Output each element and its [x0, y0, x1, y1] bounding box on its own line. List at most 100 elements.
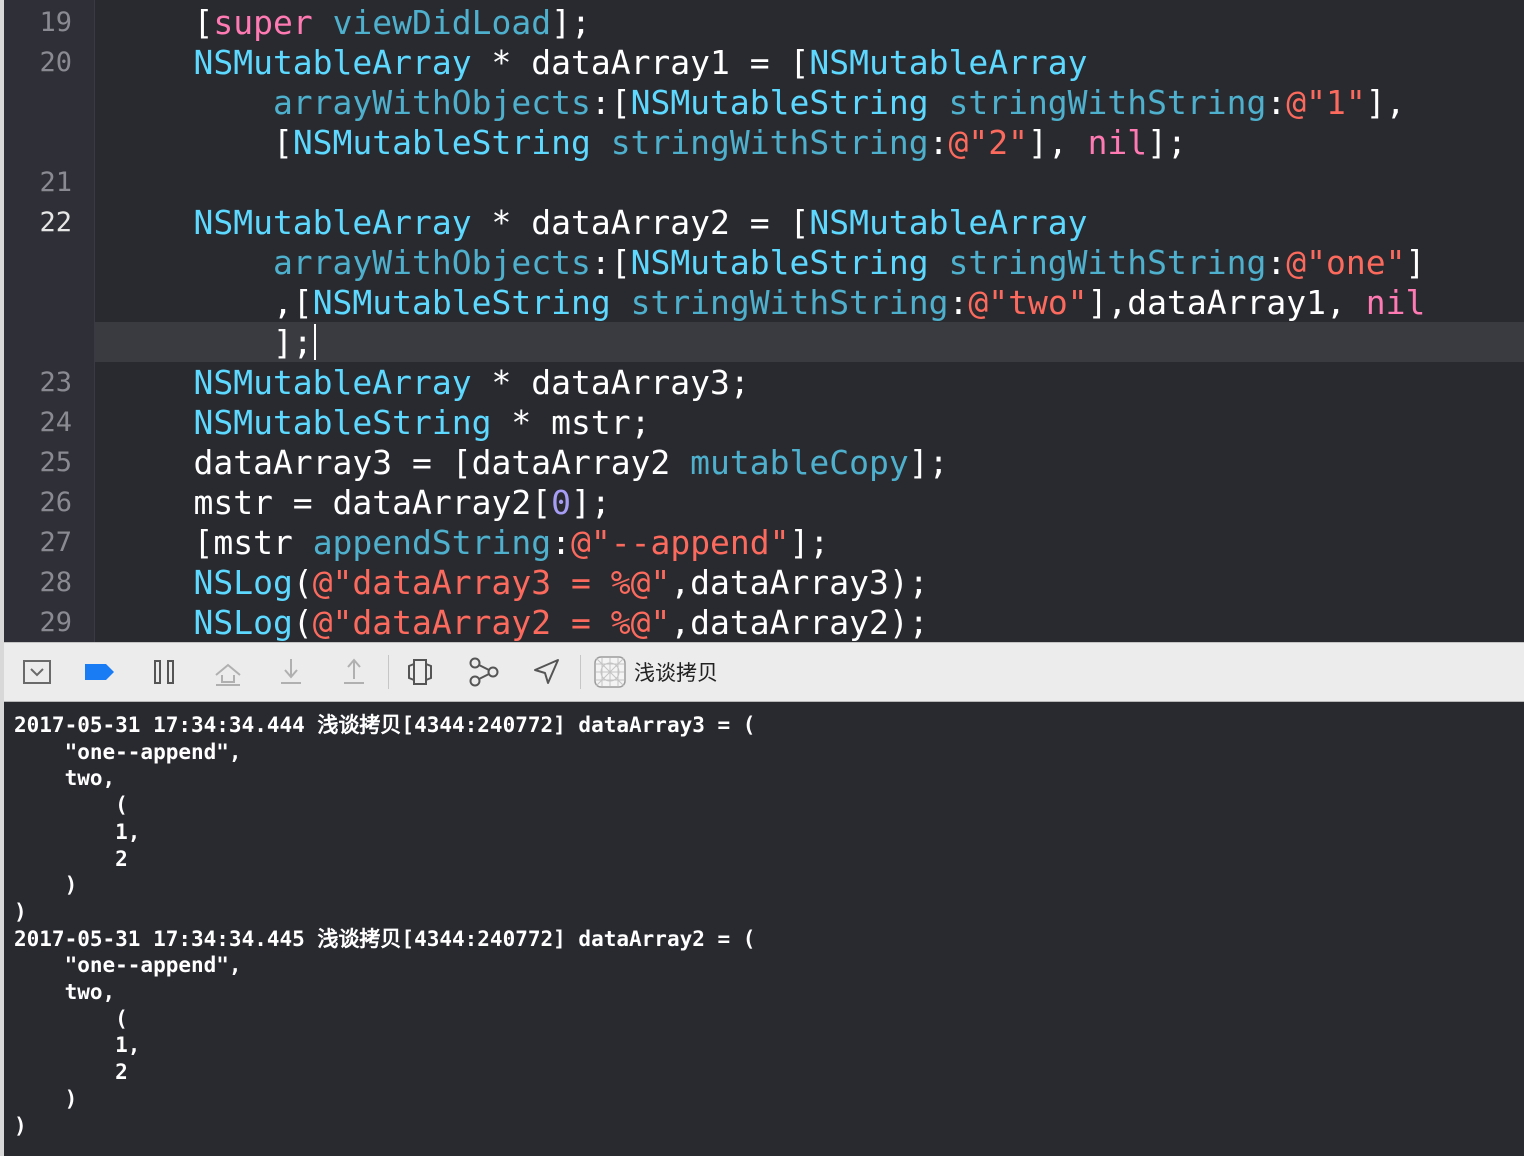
line-number[interactable]: 26 — [4, 483, 72, 523]
toolbar-divider — [580, 655, 581, 689]
code-token: [ — [114, 123, 293, 162]
app-icon — [594, 656, 626, 688]
code-line[interactable]: ,[NSMutableString stringWithString:@"two… — [114, 283, 1425, 323]
code-line[interactable]: arrayWithObjects:[NSMutableString string… — [114, 83, 1406, 123]
step-into-button[interactable] — [272, 653, 310, 691]
code-token: : — [551, 523, 571, 562]
console-line: ( — [14, 1006, 128, 1031]
code-editor[interactable]: 19 20 21 22 23 24 25 26 27 28 29 [super viewDidLoa… — [4, 0, 1524, 642]
debug-view-hierarchy-button[interactable] — [401, 653, 439, 691]
code-token: mstr = dataArray2[ — [114, 483, 552, 522]
line-number[interactable]: 28 — [4, 563, 72, 603]
code-token: super — [213, 3, 313, 42]
code-token: @"2" — [948, 123, 1028, 162]
code-line[interactable]: NSLog(@"dataArray2 = %@",dataArray2); — [114, 603, 928, 642]
text-cursor — [313, 324, 316, 360]
console-line: ) — [14, 1113, 27, 1138]
code-token: ]; — [570, 483, 611, 522]
code-token: :[ — [590, 83, 631, 122]
code-token: NSMutableArray — [809, 203, 1088, 242]
code-token: NSMutableString — [292, 123, 591, 162]
breakpoints-toggle-button[interactable] — [81, 653, 119, 691]
console-line: 2 — [14, 1060, 128, 1085]
console-line: "one--append", — [14, 739, 242, 764]
code-token: NSMutableArray — [114, 43, 472, 82]
hide-debug-area-button[interactable] — [18, 653, 56, 691]
toolbar-divider — [388, 655, 389, 689]
code-token: ] — [1405, 243, 1426, 282]
code-token: NSLog — [114, 603, 293, 642]
code-line[interactable]: [super viewDidLoad]; — [114, 3, 590, 43]
code-token: : — [928, 123, 949, 162]
code-token: : — [1266, 83, 1287, 122]
pause-icon — [154, 660, 174, 684]
code-line[interactable]: ]; — [114, 323, 316, 363]
code-line[interactable]: NSMutableArray * dataArray2 = [NSMutable… — [114, 203, 1088, 243]
line-number[interactable]: 23 — [4, 363, 72, 403]
code-token: ], — [1365, 83, 1406, 122]
gutter-divider — [94, 0, 95, 642]
code-token: ( — [292, 563, 313, 602]
step-over-icon — [215, 663, 241, 686]
code-line[interactable]: mstr = dataArray2[0]; — [114, 483, 611, 523]
console-line: two, — [14, 980, 116, 1004]
line-number[interactable]: 27 — [4, 523, 72, 563]
debug-console[interactable]: 2017-05-31 17:34:34.444 浅谈拷贝[4344:240772… — [4, 702, 1524, 1156]
process-selector[interactable]: 浅谈拷贝 — [594, 653, 718, 691]
code-token: : — [1266, 243, 1287, 282]
console-line: 1, — [14, 1033, 141, 1058]
code-token: viewDidLoad — [332, 3, 552, 42]
code-token: :[ — [590, 243, 631, 282]
console-line: ) — [14, 873, 78, 898]
console-line: ( — [14, 793, 128, 818]
pause-button[interactable] — [145, 653, 183, 691]
step-out-button[interactable] — [335, 653, 373, 691]
code-token: @"two" — [968, 283, 1088, 322]
line-number[interactable]: 24 — [4, 403, 72, 443]
code-line[interactable]: NSMutableArray * dataArray1 = [NSMutable… — [114, 43, 1087, 83]
code-token: ], — [1027, 123, 1088, 162]
console-line: ) — [14, 1086, 78, 1111]
line-number[interactable]: 20 — [4, 43, 72, 83]
line-number[interactable]: 25 — [4, 443, 72, 483]
console-line: 2017-05-31 17:34:34.445 浅谈拷贝[4344:240772… — [14, 926, 756, 951]
line-number[interactable]: 19 — [4, 3, 72, 43]
code-token: NSMutableString — [630, 83, 929, 122]
step-over-button[interactable] — [209, 653, 247, 691]
code-line[interactable]: dataArray3 = [dataArray2 mutableCopy]; — [114, 443, 948, 483]
code-line[interactable]: NSMutableString * mstr; — [114, 403, 650, 443]
code-token: ],dataArray1, — [1087, 283, 1366, 322]
memory-graph-button[interactable] — [465, 653, 503, 691]
code-token: NSMutableArray — [114, 363, 472, 402]
code-token: stringWithString — [948, 83, 1267, 122]
simulate-location-button[interactable] — [527, 653, 565, 691]
code-line[interactable]: [mstr appendString:@"--append"]; — [114, 523, 829, 563]
code-line[interactable]: NSLog(@"dataArray3 = %@",dataArray3); — [114, 563, 929, 603]
code-line[interactable]: [NSMutableString stringWithString:@"2"],… — [114, 123, 1187, 163]
code-token: arrayWithObjects — [114, 83, 591, 122]
code-token: * mstr; — [491, 403, 651, 442]
code-token: ,dataArray3); — [670, 563, 929, 602]
console-line: two, — [14, 766, 116, 791]
code-token: nil — [1087, 123, 1148, 162]
console-line: 2017-05-31 17:34:34.444 浅谈拷贝[4344:240772… — [14, 713, 756, 737]
code-token: appendString — [312, 523, 552, 562]
code-token: @"--append" — [570, 523, 790, 562]
console-line: 2 — [14, 846, 128, 871]
step-into-icon — [281, 659, 301, 684]
console-line: "one--append", — [14, 953, 242, 978]
memory-graph-icon — [469, 657, 499, 687]
code-line[interactable]: arrayWithObjects:[NSMutableString string… — [114, 243, 1425, 283]
line-number[interactable]: 22 — [4, 203, 72, 243]
code-token: 0 — [551, 483, 571, 522]
code-token: @"dataArray3 = %@" — [312, 563, 671, 602]
line-number[interactable]: 21 — [4, 163, 72, 203]
code-token: nil — [1365, 283, 1426, 322]
code-token: @"one" — [1286, 243, 1406, 282]
line-number[interactable]: 29 — [4, 603, 72, 642]
xcode-window: 19 20 21 22 23 24 25 26 27 28 29 [super viewDidLoa… — [0, 0, 1524, 1156]
code-line[interactable]: NSMutableArray * dataArray3; — [114, 363, 749, 403]
